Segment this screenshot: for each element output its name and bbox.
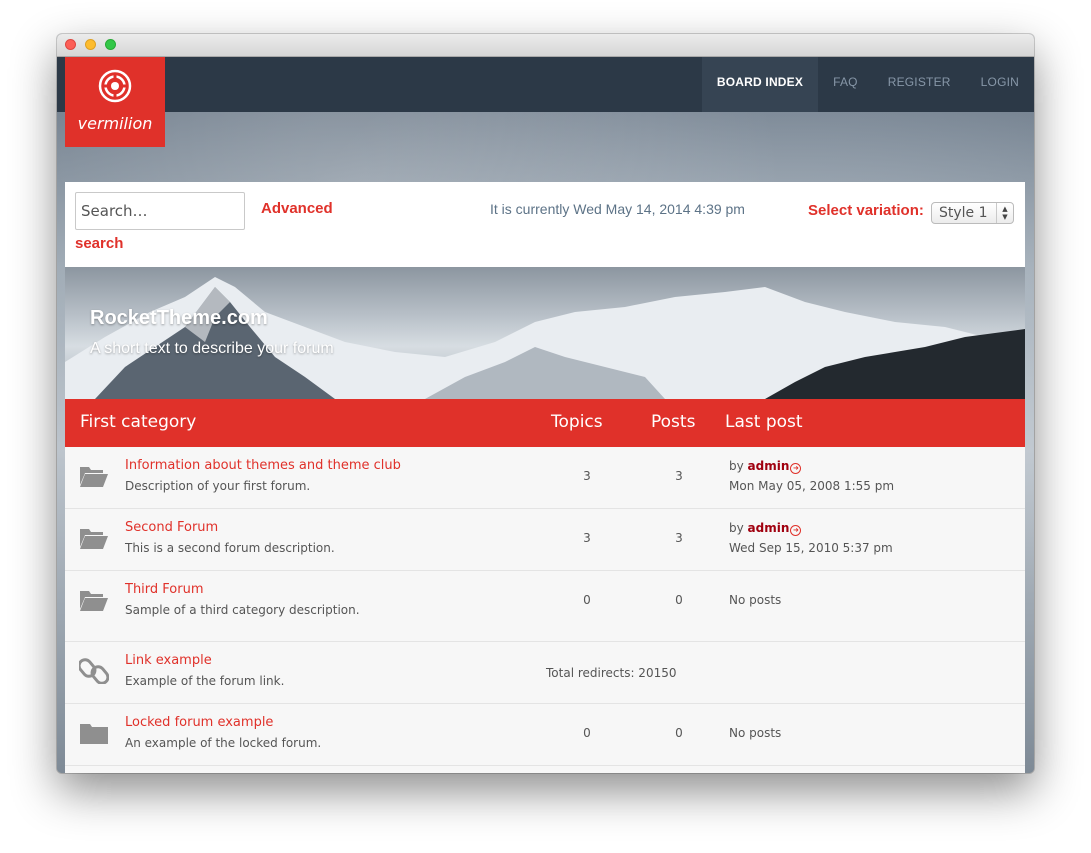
variation-selected-value: Style 1 bbox=[939, 205, 988, 221]
nav-board-index[interactable]: BOARD INDEX bbox=[701, 57, 819, 112]
page-viewport: BOARD INDEX FAQ REGISTER LOGIN vermilion… bbox=[57, 57, 1034, 773]
category-header: First category Topics Posts Last post bbox=[65, 399, 1025, 447]
forum-banner: RocketTheme.com A short text to describe… bbox=[65, 267, 1025, 399]
forum-row: Link example Example of the forum link. … bbox=[65, 642, 1025, 704]
brand-name: vermilion bbox=[77, 114, 153, 133]
folder-open-icon bbox=[80, 591, 108, 611]
forum-title-link[interactable]: Locked forum example bbox=[125, 715, 273, 730]
forum-title-link[interactable]: Information about themes and theme club bbox=[125, 458, 401, 473]
col-topics-header: Topics bbox=[551, 412, 603, 432]
folder-open-icon bbox=[80, 529, 108, 549]
advanced-search-link-cont[interactable]: search bbox=[75, 235, 123, 252]
folder-locked-icon bbox=[80, 724, 108, 744]
nav-login[interactable]: LOGIN bbox=[966, 57, 1034, 112]
forum-row: Information about themes and theme club … bbox=[65, 447, 1025, 509]
last-post-by-label: by bbox=[729, 521, 744, 535]
select-arrows-icon: ▲ ▼ bbox=[996, 203, 1013, 223]
last-post-none: No posts bbox=[729, 593, 782, 607]
variation-label: Select variation: bbox=[808, 202, 924, 219]
forum-posts-count: 3 bbox=[675, 531, 683, 545]
folder-open-icon bbox=[80, 467, 108, 487]
forum-site-title: RocketTheme.com bbox=[90, 307, 268, 329]
top-navigation: BOARD INDEX FAQ REGISTER LOGIN bbox=[57, 57, 1034, 112]
last-post-by: by admin ➜ bbox=[729, 459, 802, 474]
last-post-none: No posts bbox=[729, 726, 782, 740]
forum-description: Sample of a third category description. bbox=[125, 603, 360, 617]
search-input[interactable] bbox=[75, 192, 245, 230]
forum-topics-count: 0 bbox=[583, 593, 591, 607]
mountain-landscape-image bbox=[65, 277, 1025, 399]
last-post-date: Wed Sep 15, 2010 5:37 pm bbox=[729, 541, 893, 555]
forum-posts-count: 0 bbox=[675, 593, 683, 607]
forum-row: Third Forum Sample of a third category d… bbox=[65, 571, 1025, 642]
forum-posts-count: 3 bbox=[675, 469, 683, 483]
forum-title-link[interactable]: Third Forum bbox=[125, 582, 204, 597]
forum-list: First category Topics Posts Last post In… bbox=[65, 399, 1025, 773]
forum-topics-count: 3 bbox=[583, 469, 591, 483]
goto-last-post-icon[interactable]: ➜ bbox=[790, 463, 802, 474]
forum-description: This is a second forum description. bbox=[125, 541, 335, 555]
last-post-author-link[interactable]: admin bbox=[748, 521, 790, 535]
forum-description: Example of the forum link. bbox=[125, 674, 285, 688]
last-post-by: by admin ➜ bbox=[729, 521, 802, 536]
last-post-author-link[interactable]: admin bbox=[748, 459, 790, 473]
link-icon bbox=[79, 658, 109, 684]
col-posts-header: Posts bbox=[651, 412, 696, 432]
current-datetime: It is currently Wed May 14, 2014 4:39 pm bbox=[490, 201, 745, 217]
nav-register[interactable]: REGISTER bbox=[873, 57, 966, 112]
forum-description: An example of the locked forum. bbox=[125, 736, 322, 750]
forum-site-description: A short text to describe your forum bbox=[90, 340, 334, 357]
window-titlebar bbox=[57, 34, 1034, 57]
nav-faq[interactable]: FAQ bbox=[818, 57, 873, 112]
forum-redirects-count: Total redirects: 20150 bbox=[546, 666, 677, 680]
forum-row: Locked forum example An example of the l… bbox=[65, 704, 1025, 766]
col-last-post-header: Last post bbox=[725, 412, 803, 432]
nav-menu: BOARD INDEX FAQ REGISTER LOGIN bbox=[701, 57, 1034, 112]
close-window-button[interactable] bbox=[65, 39, 76, 50]
vermilion-logo-icon bbox=[98, 69, 132, 103]
forum-description: Description of your first forum. bbox=[125, 479, 311, 493]
advanced-search-link[interactable]: Advanced bbox=[261, 200, 333, 217]
forum-posts-count: 0 bbox=[675, 726, 683, 740]
last-post-by-label: by bbox=[729, 459, 744, 473]
forum-title-link[interactable]: Second Forum bbox=[125, 520, 218, 535]
goto-last-post-icon[interactable]: ➜ bbox=[790, 525, 802, 536]
minimize-window-button[interactable] bbox=[85, 39, 96, 50]
browser-window: BOARD INDEX FAQ REGISTER LOGIN vermilion… bbox=[57, 34, 1034, 773]
forum-title-link[interactable]: Link example bbox=[125, 653, 212, 668]
search-bar: Advanced search It is currently Wed May … bbox=[65, 182, 1025, 267]
forum-topics-count: 3 bbox=[583, 531, 591, 545]
last-post-date: Mon May 05, 2008 1:55 pm bbox=[729, 479, 895, 493]
maximize-window-button[interactable] bbox=[105, 39, 116, 50]
variation-select[interactable]: Style 1 ▲ ▼ bbox=[931, 202, 1014, 224]
forum-row: Second Forum This is a second forum desc… bbox=[65, 509, 1025, 571]
category-title[interactable]: First category bbox=[80, 412, 196, 432]
site-logo[interactable]: vermilion bbox=[65, 57, 165, 147]
forum-topics-count: 0 bbox=[583, 726, 591, 740]
